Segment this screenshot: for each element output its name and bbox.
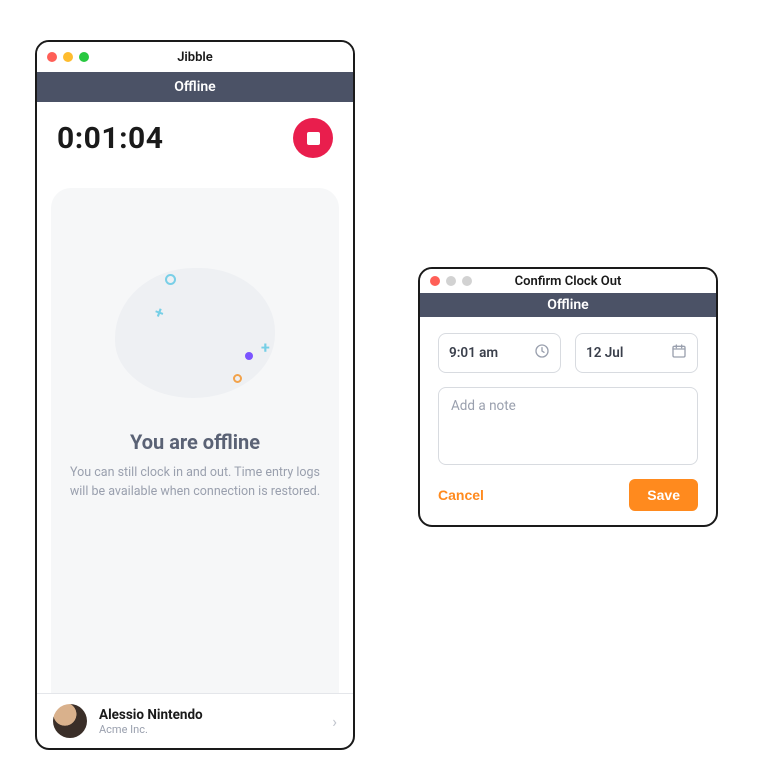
- main-traffic-lights: [47, 52, 89, 62]
- save-button[interactable]: Save: [629, 479, 698, 511]
- time-field[interactable]: 9:01 am: [438, 333, 561, 373]
- maximize-icon[interactable]: [79, 52, 89, 62]
- stop-button[interactable]: [293, 118, 333, 158]
- cancel-button[interactable]: Cancel: [438, 487, 484, 503]
- jibble-main-window: Jibble Offline 0:01:04 + + You are: [35, 40, 355, 750]
- main-status-bar: Offline: [37, 72, 353, 102]
- offline-illustration: + +: [105, 248, 285, 408]
- deco-plus-icon: +: [261, 338, 270, 357]
- calendar-icon: [671, 343, 687, 363]
- dialog-status-bar: Offline: [420, 293, 716, 317]
- minimize-icon[interactable]: [63, 52, 73, 62]
- date-field[interactable]: 12 Jul: [575, 333, 698, 373]
- offline-card: + + You are offline You can still clock …: [51, 188, 339, 693]
- date-value: 12 Jul: [586, 345, 623, 361]
- dialog-body: 9:01 am 12 Jul Add a note Cancel Save: [420, 317, 716, 525]
- deco-dot-icon: [245, 352, 253, 360]
- maximize-icon[interactable]: [462, 276, 472, 286]
- datetime-row: 9:01 am 12 Jul: [438, 333, 698, 373]
- timer-row: 0:01:04: [37, 102, 353, 166]
- user-meta: Alessio Nintendo Acme Inc.: [99, 707, 320, 736]
- note-placeholder: Add a note: [451, 398, 516, 414]
- close-icon[interactable]: [47, 52, 57, 62]
- dialog-actions: Cancel Save: [438, 479, 698, 511]
- user-footer[interactable]: Alessio Nintendo Acme Inc. ›: [37, 693, 353, 748]
- deco-ring-icon: [233, 374, 242, 383]
- minimize-icon[interactable]: [446, 276, 456, 286]
- dialog-traffic-lights: [430, 276, 472, 286]
- confirm-clockout-dialog: Confirm Clock Out Offline 9:01 am 12 Jul…: [418, 267, 718, 527]
- offline-heading: You are offline: [130, 430, 260, 454]
- elapsed-timer: 0:01:04: [57, 121, 163, 156]
- user-name: Alessio Nintendo: [99, 707, 320, 723]
- close-icon[interactable]: [430, 276, 440, 286]
- main-titlebar: Jibble: [37, 42, 353, 72]
- offline-description: You can still clock in and out. Time ent…: [69, 464, 321, 502]
- note-input[interactable]: Add a note: [438, 387, 698, 465]
- time-value: 9:01 am: [449, 345, 498, 361]
- avatar: [53, 704, 87, 738]
- stop-icon: [307, 132, 320, 145]
- chevron-right-icon: ›: [332, 712, 337, 731]
- clock-icon: [534, 343, 550, 363]
- dialog-titlebar: Confirm Clock Out: [420, 269, 716, 293]
- deco-ring-icon: [165, 274, 176, 285]
- user-org: Acme Inc.: [99, 723, 320, 736]
